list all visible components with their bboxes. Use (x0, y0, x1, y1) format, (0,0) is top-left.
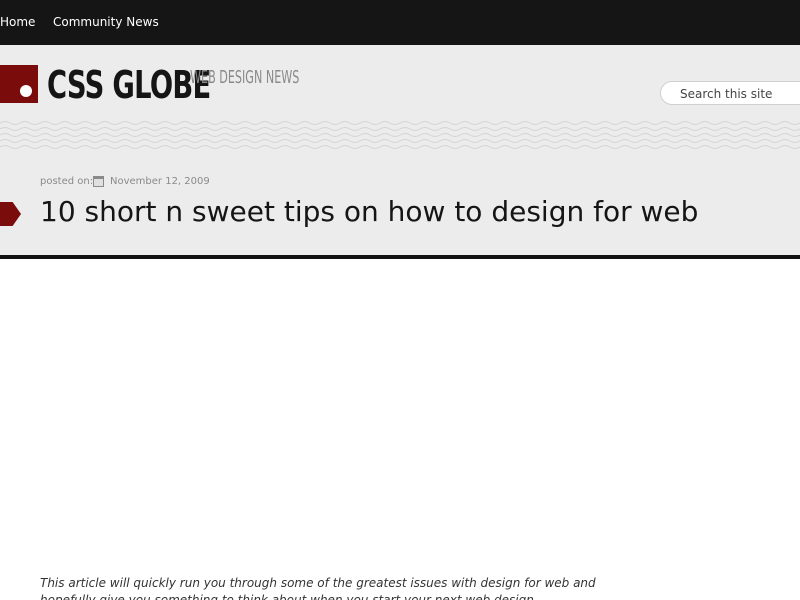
post-date: November 12, 2009 (110, 176, 210, 187)
site-tagline: WEB DESIGN NEWS (190, 67, 300, 88)
post-intro: This article will quickly run you throug… (40, 576, 596, 600)
site-header: CSS GLOBE WEB DESIGN NEWS posted on: Nov… (0, 45, 800, 255)
posted-on-label: posted on: (40, 176, 94, 187)
wave-pattern (0, 121, 800, 149)
search-input[interactable] (660, 81, 800, 105)
title-arrow-icon (0, 202, 21, 226)
post-title: 10 short n sweet tips on how to design f… (40, 195, 699, 228)
logo-dot (20, 85, 32, 97)
logo-mark-icon[interactable] (0, 65, 38, 103)
header-divider (0, 255, 800, 259)
top-navigation: Home Community News (0, 0, 800, 45)
calendar-icon (93, 176, 104, 187)
site-logo-text[interactable]: CSS GLOBE (47, 63, 211, 107)
nav-item-community-news[interactable]: Community News (53, 15, 159, 29)
nav-item-home[interactable]: Home (0, 15, 35, 29)
